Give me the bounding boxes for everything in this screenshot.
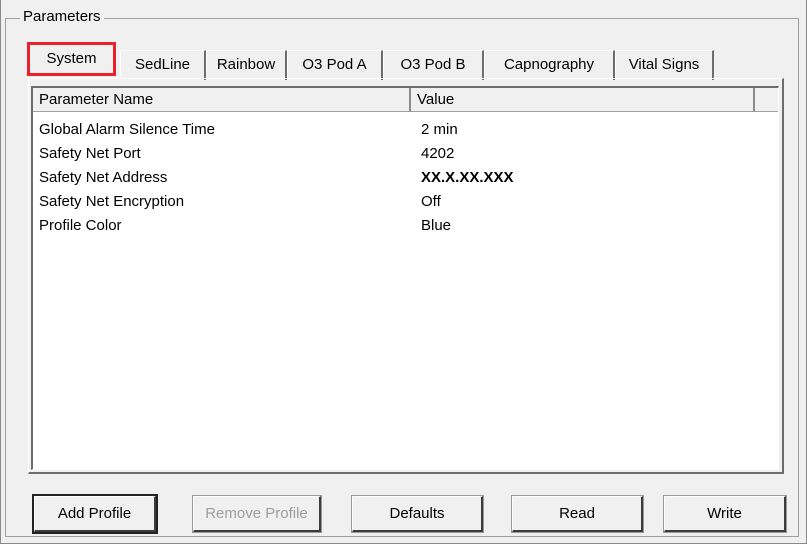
table-row[interactable]: Global Alarm Silence Time 2 min xyxy=(33,118,778,142)
tab-vital-signs[interactable]: Vital Signs xyxy=(615,50,714,80)
read-button[interactable]: Read xyxy=(511,495,644,533)
table-row[interactable]: Safety Net Port 4202 xyxy=(33,142,778,166)
defaults-button[interactable]: Defaults xyxy=(351,495,484,533)
table-row[interactable]: Safety Net Address XX.X.XX.XXX xyxy=(33,166,778,190)
list-rows: Global Alarm Silence Time 2 min Safety N… xyxy=(33,118,778,238)
groupbox-title: Parameters xyxy=(20,8,104,26)
window-left-border xyxy=(0,0,1,544)
add-profile-button[interactable]: Add Profile xyxy=(32,494,158,534)
list-header: Parameter Name Value xyxy=(33,88,778,112)
parameter-value: Off xyxy=(421,193,441,210)
parameters-list[interactable]: Parameter Name Value Global Alarm Silenc… xyxy=(31,86,779,470)
parameter-value: XX.X.XX.XXX xyxy=(421,169,514,186)
tab-capnography[interactable]: Capnography xyxy=(484,50,615,80)
table-row[interactable]: Profile Color Blue xyxy=(33,214,778,238)
parameter-value: Blue xyxy=(421,217,452,234)
remove-profile-button[interactable]: Remove Profile xyxy=(192,495,322,533)
parameter-name: Safety Net Port xyxy=(39,145,141,162)
tab-sedline[interactable]: SedLine xyxy=(120,50,206,80)
column-header-value[interactable]: Value xyxy=(411,88,755,112)
column-header-filler xyxy=(755,88,778,112)
table-row[interactable]: Safety Net Encryption Off xyxy=(33,190,778,214)
parameter-name: Profile Color xyxy=(39,217,122,234)
parameter-value: 2 min xyxy=(421,121,458,138)
tab-system[interactable]: System xyxy=(27,42,116,76)
tab-o3-pod-a[interactable]: O3 Pod A xyxy=(287,50,383,80)
parameter-name: Safety Net Address xyxy=(39,169,168,186)
parameter-name: Safety Net Encryption xyxy=(39,193,185,210)
tab-o3-pod-b[interactable]: O3 Pod B xyxy=(383,50,484,80)
parameter-name: Global Alarm Silence Time xyxy=(39,121,215,138)
parameter-value: 4202 xyxy=(421,145,455,162)
write-button[interactable]: Write xyxy=(663,495,787,533)
column-header-parameter-name[interactable]: Parameter Name xyxy=(33,88,411,112)
tab-rainbow[interactable]: Rainbow xyxy=(206,50,287,80)
